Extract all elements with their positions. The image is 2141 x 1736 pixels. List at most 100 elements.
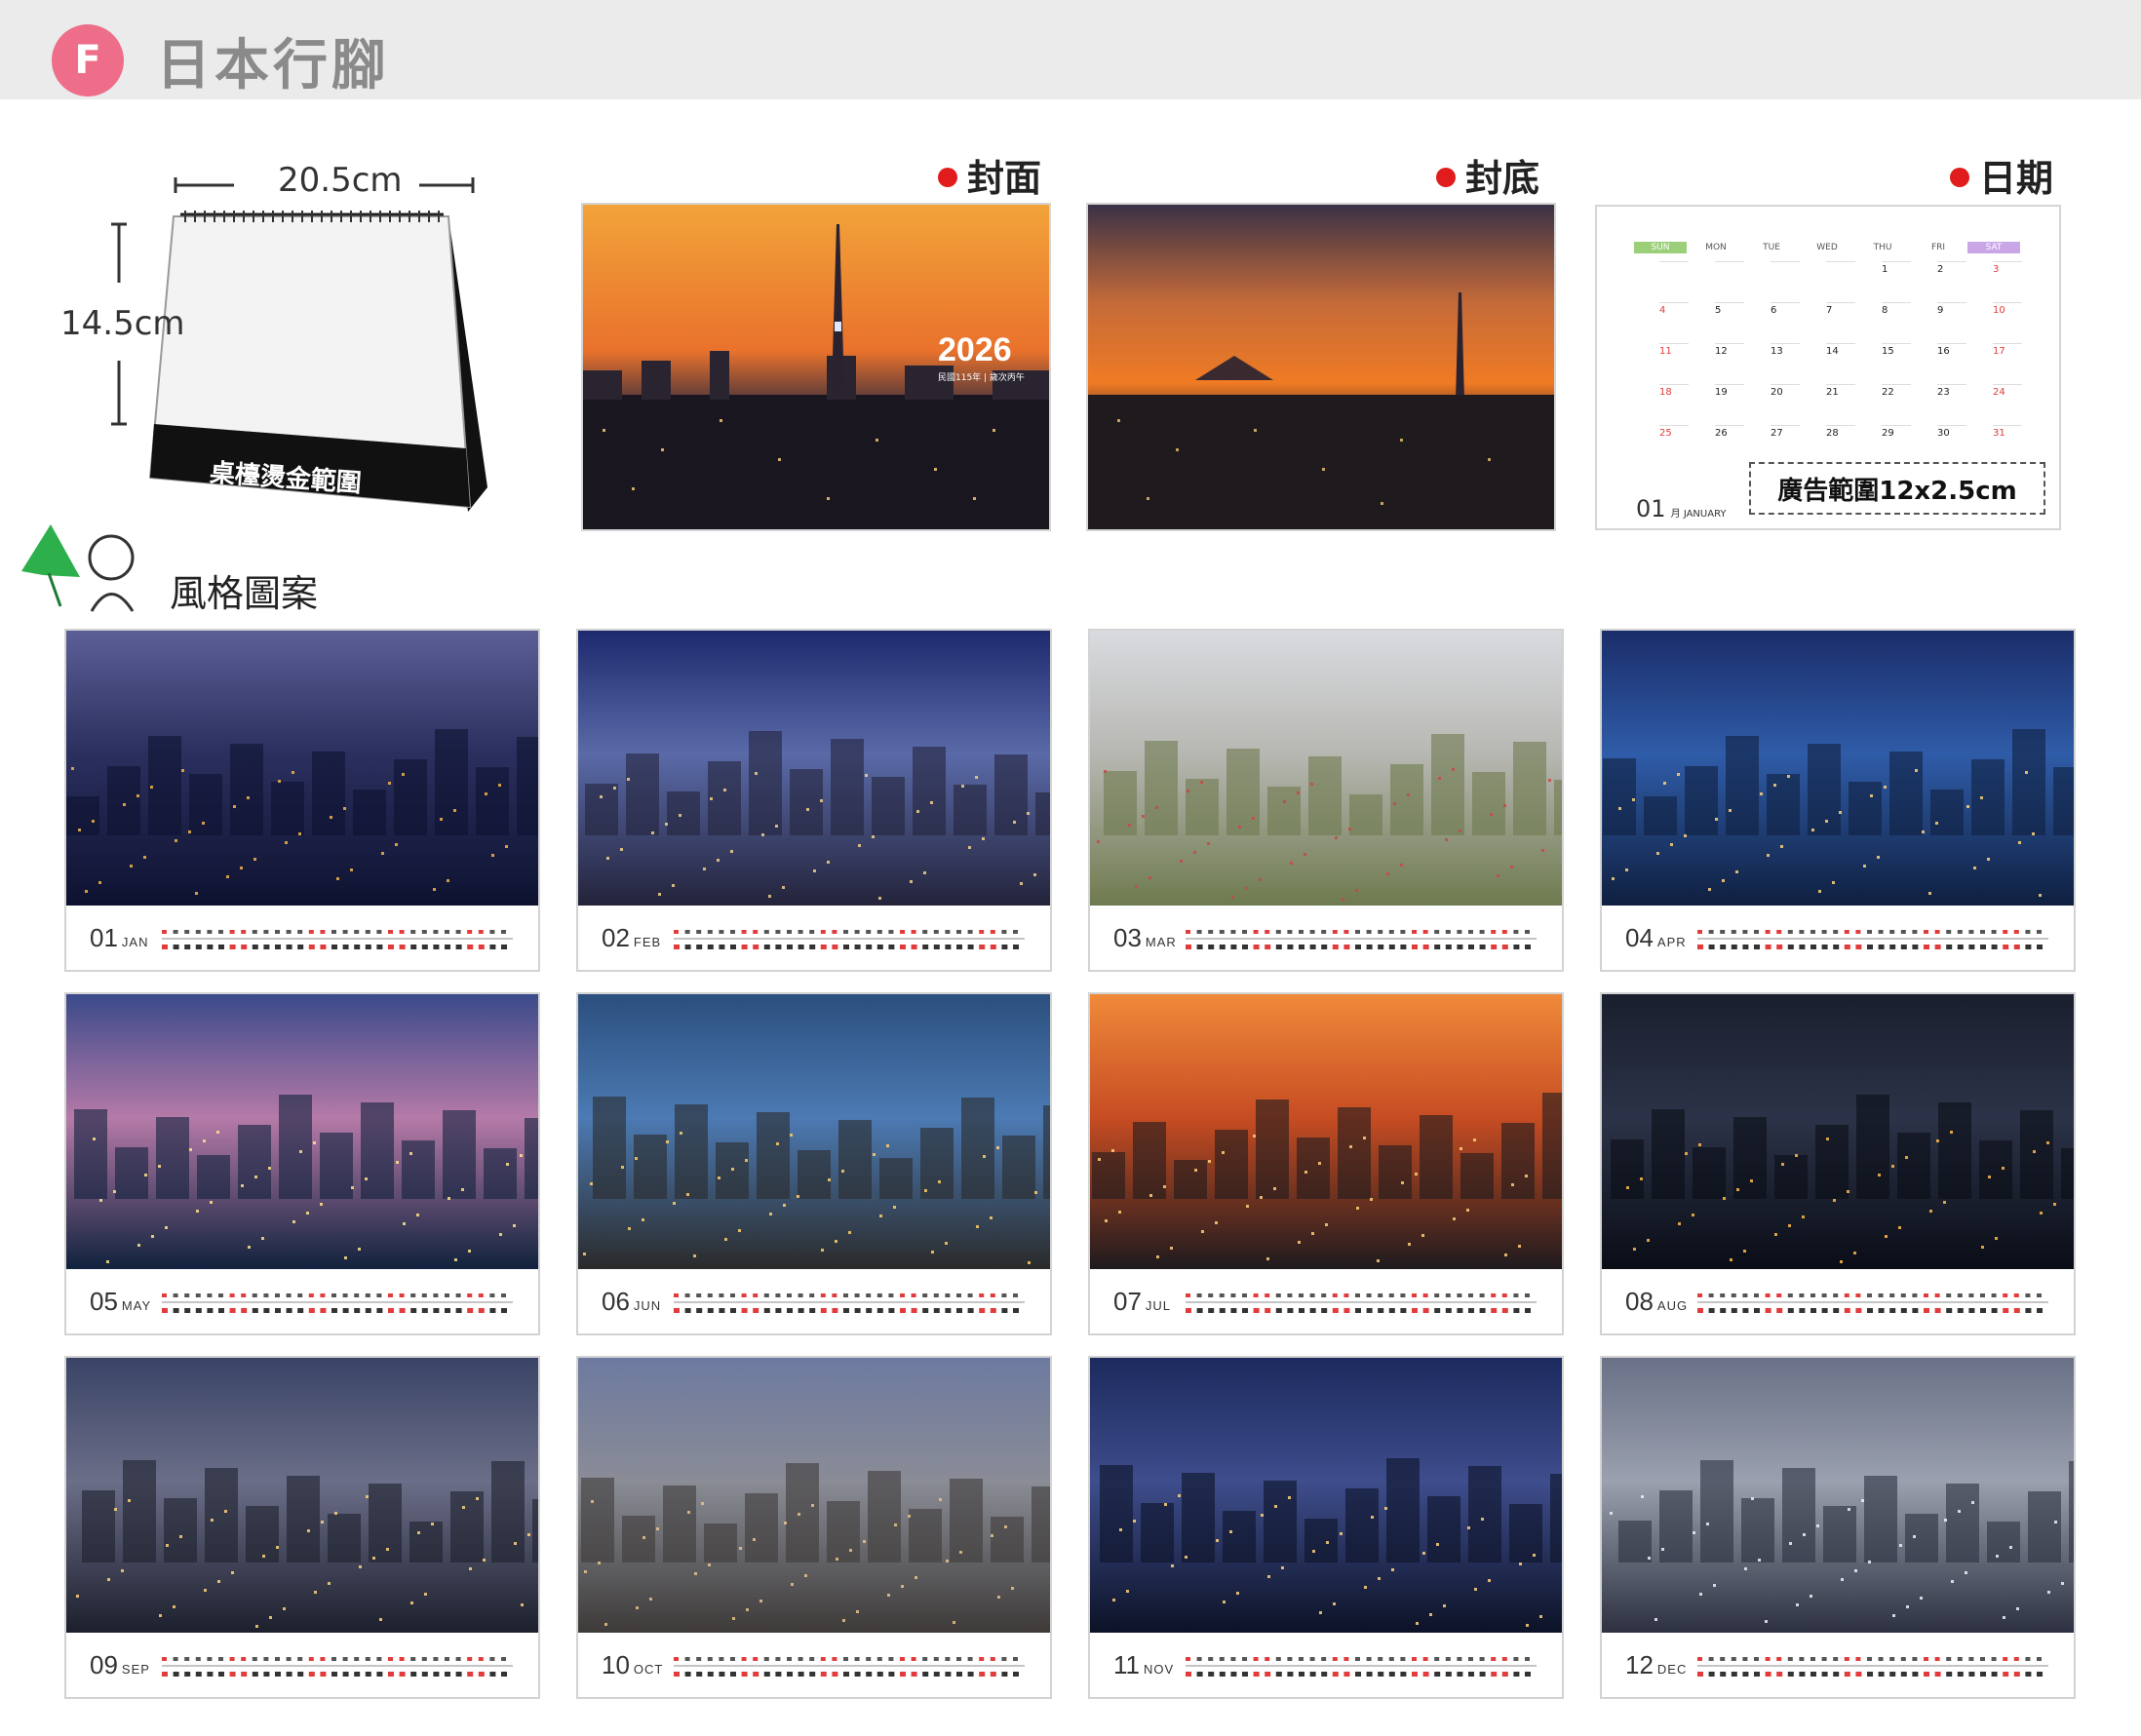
month-day-strip <box>1697 1291 2058 1324</box>
month-number: 05 MAY <box>90 1287 151 1317</box>
calendar-day: 24 <box>1993 384 2022 426</box>
calendar-day: 5 <box>1715 302 1744 344</box>
month-number-text: 05 <box>90 1287 118 1316</box>
month-photo <box>1090 1358 1562 1633</box>
month-number: 01 JAN <box>90 923 148 953</box>
month-photo <box>1090 994 1562 1269</box>
calendar-day: 7 <box>1826 302 1855 344</box>
calendar-day: 19 <box>1715 384 1744 426</box>
month-name: DEC <box>1656 1662 1688 1677</box>
calendar-day: 27 <box>1771 425 1800 467</box>
month-day-strip <box>162 927 523 960</box>
month-photo <box>66 631 538 906</box>
calendar-day: 1 <box>1882 261 1911 303</box>
calendar-day: 12 <box>1715 343 1744 385</box>
calendar-day: 29 <box>1882 425 1911 467</box>
month-day-strip <box>1186 1654 1546 1687</box>
ad-area-box: 廣告範圍12x2.5cm <box>1749 462 2045 515</box>
month-day-strip <box>674 1291 1034 1324</box>
month-card-may: 05 MAY <box>64 992 540 1335</box>
calendar-day: 17 <box>1993 343 2022 385</box>
month-number: 11 NOV <box>1113 1650 1174 1680</box>
month-card-oct: 10 OCT <box>576 1356 1052 1699</box>
decor-icon <box>21 524 135 612</box>
month-name: MAR <box>1145 935 1177 949</box>
calendar-day: 30 <box>1937 425 1966 467</box>
month-photo <box>1090 631 1562 906</box>
calendar-day: 26 <box>1715 425 1744 467</box>
month-photo <box>578 1358 1050 1633</box>
calendar-day: 23 <box>1937 384 1966 426</box>
calendar-day: 11 <box>1659 343 1689 385</box>
height-dimension: 14.5cm <box>60 304 185 343</box>
weekday-header: TUE <box>1763 243 1780 252</box>
calendar-day: 22 <box>1882 384 1911 426</box>
calendar-day: 25 <box>1659 425 1689 467</box>
weekday-header: WED <box>1816 243 1838 252</box>
month-number-text: 08 <box>1625 1287 1654 1316</box>
month-number-text: 07 <box>1113 1287 1142 1316</box>
back-cover-image <box>1086 203 1556 531</box>
month-number: 06 JUN <box>602 1287 661 1317</box>
month-name: JAN <box>121 935 149 949</box>
month-number: 03 MAR <box>1113 923 1177 953</box>
month-day-strip <box>1697 927 2058 960</box>
month-photo <box>578 631 1050 906</box>
calendar-day: 8 <box>1882 302 1911 344</box>
weekday-header: FRI <box>1930 243 1946 252</box>
month-photo <box>66 994 538 1269</box>
calendar-day: 31 <box>1993 425 2022 467</box>
month-name: JUL <box>1145 1298 1172 1313</box>
month-day-strip <box>1186 927 1546 960</box>
month-card-jul: 07 JUL <box>1088 992 1564 1335</box>
month-card-dec: 12 DEC <box>1600 1356 2076 1699</box>
calendar-day: 9 <box>1937 302 1966 344</box>
weekday-header: SUN <box>1634 242 1687 253</box>
month-day-strip <box>674 1654 1034 1687</box>
month-photo <box>1602 631 2074 906</box>
month-name: FEB <box>633 935 662 949</box>
calendar-grid: SUN MON TUE WED THU FRI SAT 1 2 3 4 5 6 7 8 9 10 11 12 13 14… <box>1634 207 2024 450</box>
month-card-nov: 11 NOV <box>1088 1356 1564 1699</box>
calendar-day <box>1715 261 1744 303</box>
style-section-header: 風格圖案 <box>14 519 335 616</box>
month-card-apr: 04 APR <box>1600 629 2076 972</box>
month-number: 07 JUL <box>1113 1287 1171 1317</box>
weekday-header: SAT <box>1967 242 2020 253</box>
month-day-strip <box>1697 1654 2058 1687</box>
style-label: 風格圖案 <box>170 572 319 615</box>
month-card-feb: 02 FEB <box>576 629 1052 972</box>
calendar-day: 2 <box>1937 261 1966 303</box>
month-name: AUG <box>1656 1298 1689 1313</box>
month-number-text: 01 <box>90 923 118 952</box>
month-card-jan: 01 JAN <box>64 629 540 972</box>
month-name: NOV <box>1144 1662 1175 1677</box>
month-number: 04 APR <box>1625 923 1687 953</box>
month-name: SEP <box>121 1662 150 1677</box>
month-card-aug: 08 AUG <box>1600 992 2076 1335</box>
month-day-strip <box>162 1654 523 1687</box>
month-number: 10 OCT <box>602 1650 663 1680</box>
calendar-day: 28 <box>1826 425 1855 467</box>
weekday-header: THU <box>1873 243 1892 252</box>
calendar-day: 21 <box>1826 384 1855 426</box>
calendar-day: 10 <box>1993 302 2022 344</box>
month-name: APR <box>1656 935 1687 949</box>
red-dot-icon <box>1950 167 1969 187</box>
calendar-day: 3 <box>1993 261 2022 303</box>
month-photo <box>578 994 1050 1269</box>
calendar-day: 4 <box>1659 302 1689 344</box>
calendar-day: 14 <box>1826 343 1855 385</box>
month-label: 月 JANUARY <box>1670 509 1727 520</box>
red-dot-icon <box>938 167 957 187</box>
month-number: 08 AUG <box>1625 1287 1688 1317</box>
month-card-sep: 09 SEP <box>64 1356 540 1699</box>
calendar-day <box>1771 261 1800 303</box>
month-day-strip <box>162 1291 523 1324</box>
calendar-day: 15 <box>1882 343 1911 385</box>
page-title: 日本行腳 <box>156 34 390 97</box>
back-label: 封底 <box>1436 148 1539 202</box>
calendar-day <box>1826 261 1855 303</box>
month-name: JUN <box>633 1298 662 1313</box>
section-badge: F <box>52 24 124 96</box>
